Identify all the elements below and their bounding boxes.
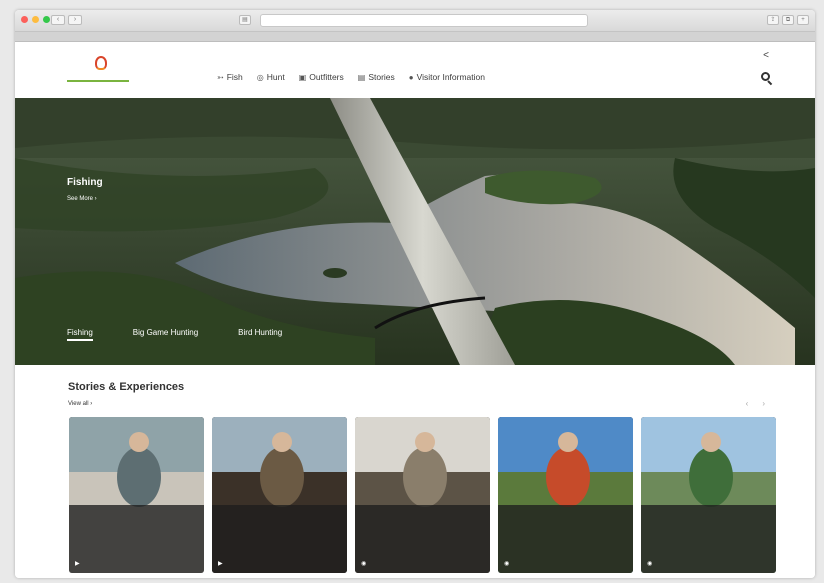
history-controls: ‹ › xyxy=(51,15,82,25)
hero-banner: Fishing See More › Fishing Big Game Hunti… xyxy=(15,98,815,365)
story-card[interactable]: ◉ xyxy=(498,417,633,573)
carousel-prev-icon[interactable]: ‹ xyxy=(746,399,749,408)
video-icon: ▶ xyxy=(75,561,80,567)
hero-tab-bird-hunting[interactable]: Bird Hunting xyxy=(238,328,282,341)
nav-item-outfitters[interactable]: ▣ Outfitters xyxy=(299,72,344,82)
close-window-button[interactable] xyxy=(21,16,28,23)
share-page-icon[interactable]: ⇪ xyxy=(767,15,779,25)
tab-strip xyxy=(15,32,815,42)
window-controls xyxy=(21,16,50,23)
logo-underline xyxy=(67,80,129,82)
story-card-caption xyxy=(355,505,490,573)
story-card[interactable]: ▶ xyxy=(212,417,347,573)
nav-item-label: Hunt xyxy=(266,72,285,82)
hero-content: Fishing See More › xyxy=(67,177,103,202)
nav-item-hunt[interactable]: ◎ Hunt xyxy=(257,72,285,82)
hero-tab-big-game-hunting[interactable]: Big Game Hunting xyxy=(133,328,198,341)
section-title: Stories & Experiences xyxy=(68,381,185,393)
article-icon: ◉ xyxy=(361,561,367,567)
tabs-overview-icon[interactable]: ⧉ xyxy=(782,15,794,25)
story-card-caption xyxy=(498,505,633,573)
story-card-caption xyxy=(641,505,776,573)
new-tab-icon[interactable]: + xyxy=(797,15,809,25)
hero-title: Fishing xyxy=(67,177,103,188)
share-icon[interactable]: < xyxy=(763,50,769,61)
nav-item-stories[interactable]: ▤ Stories xyxy=(358,72,395,82)
back-button[interactable]: ‹ xyxy=(51,15,65,25)
search-icon[interactable] xyxy=(761,72,773,86)
carousel-controls: ‹ › xyxy=(746,399,765,408)
article-icon: ◉ xyxy=(504,561,510,567)
browser-actions: ⇪ ⧉ + xyxy=(767,15,809,25)
story-card[interactable]: ◉ xyxy=(355,417,490,573)
minimize-window-button[interactable] xyxy=(32,16,39,23)
article-icon: ◉ xyxy=(647,561,653,567)
main-navigation: ➳ Fish ◎ Hunt ▣ Outfitters ▤ Stories ● Visitor In… xyxy=(217,72,485,82)
stories-section: Stories & Experiences View all › ‹ › ▶ ▶ ◉… xyxy=(15,365,815,578)
story-card[interactable]: ◉ xyxy=(641,417,776,573)
carousel-next-icon[interactable]: › xyxy=(762,399,765,408)
browser-toolbar: ‹ › ▤ ⇪ ⧉ + xyxy=(15,10,815,32)
outfitters-icon: ▣ xyxy=(298,72,307,82)
hero-tabs: Fishing Big Game Hunting Bird Hunting xyxy=(67,328,282,341)
zoom-window-button[interactable] xyxy=(43,16,50,23)
story-card-caption xyxy=(212,505,347,573)
forward-button[interactable]: › xyxy=(68,15,82,25)
hero-tab-fishing[interactable]: Fishing xyxy=(67,328,93,341)
video-icon: ▶ xyxy=(218,561,223,567)
reader-icon[interactable]: ▤ xyxy=(239,15,251,25)
hero-aerial-lake-image xyxy=(15,98,815,365)
stories-icon: ▤ xyxy=(357,72,366,82)
nav-item-visitor-information[interactable]: ● Visitor Information xyxy=(409,72,485,82)
nav-item-label: Stories xyxy=(368,72,395,82)
story-cards: ▶ ▶ ◉ ◉ ◉ xyxy=(69,417,776,573)
info-icon: ● xyxy=(408,72,414,82)
story-card[interactable]: ▶ xyxy=(69,417,204,573)
nav-item-label: Outfitters xyxy=(309,72,344,82)
hunt-icon: ◎ xyxy=(256,72,264,82)
fish-icon: ➳ xyxy=(217,72,224,82)
story-card-caption xyxy=(69,505,204,573)
nav-item-label: Visitor Information xyxy=(416,72,485,82)
nav-item-fish[interactable]: ➳ Fish xyxy=(217,72,243,82)
address-bar[interactable] xyxy=(260,14,588,27)
site-header: ➳ Fish ◎ Hunt ▣ Outfitters ▤ Stories ● Visitor In… xyxy=(15,42,815,98)
nav-item-label: Fish xyxy=(226,72,243,82)
browser-window: ‹ › ▤ ⇪ ⧉ + ➳ Fish ◎ Hunt ▣ Outfitters ▤ Storie… xyxy=(15,10,815,578)
flame-icon xyxy=(95,56,107,70)
hero-see-more-link[interactable]: See More › xyxy=(67,196,103,202)
view-all-link[interactable]: View all › xyxy=(68,401,92,407)
logo-mark xyxy=(67,56,135,82)
site-logo[interactable] xyxy=(67,56,141,82)
